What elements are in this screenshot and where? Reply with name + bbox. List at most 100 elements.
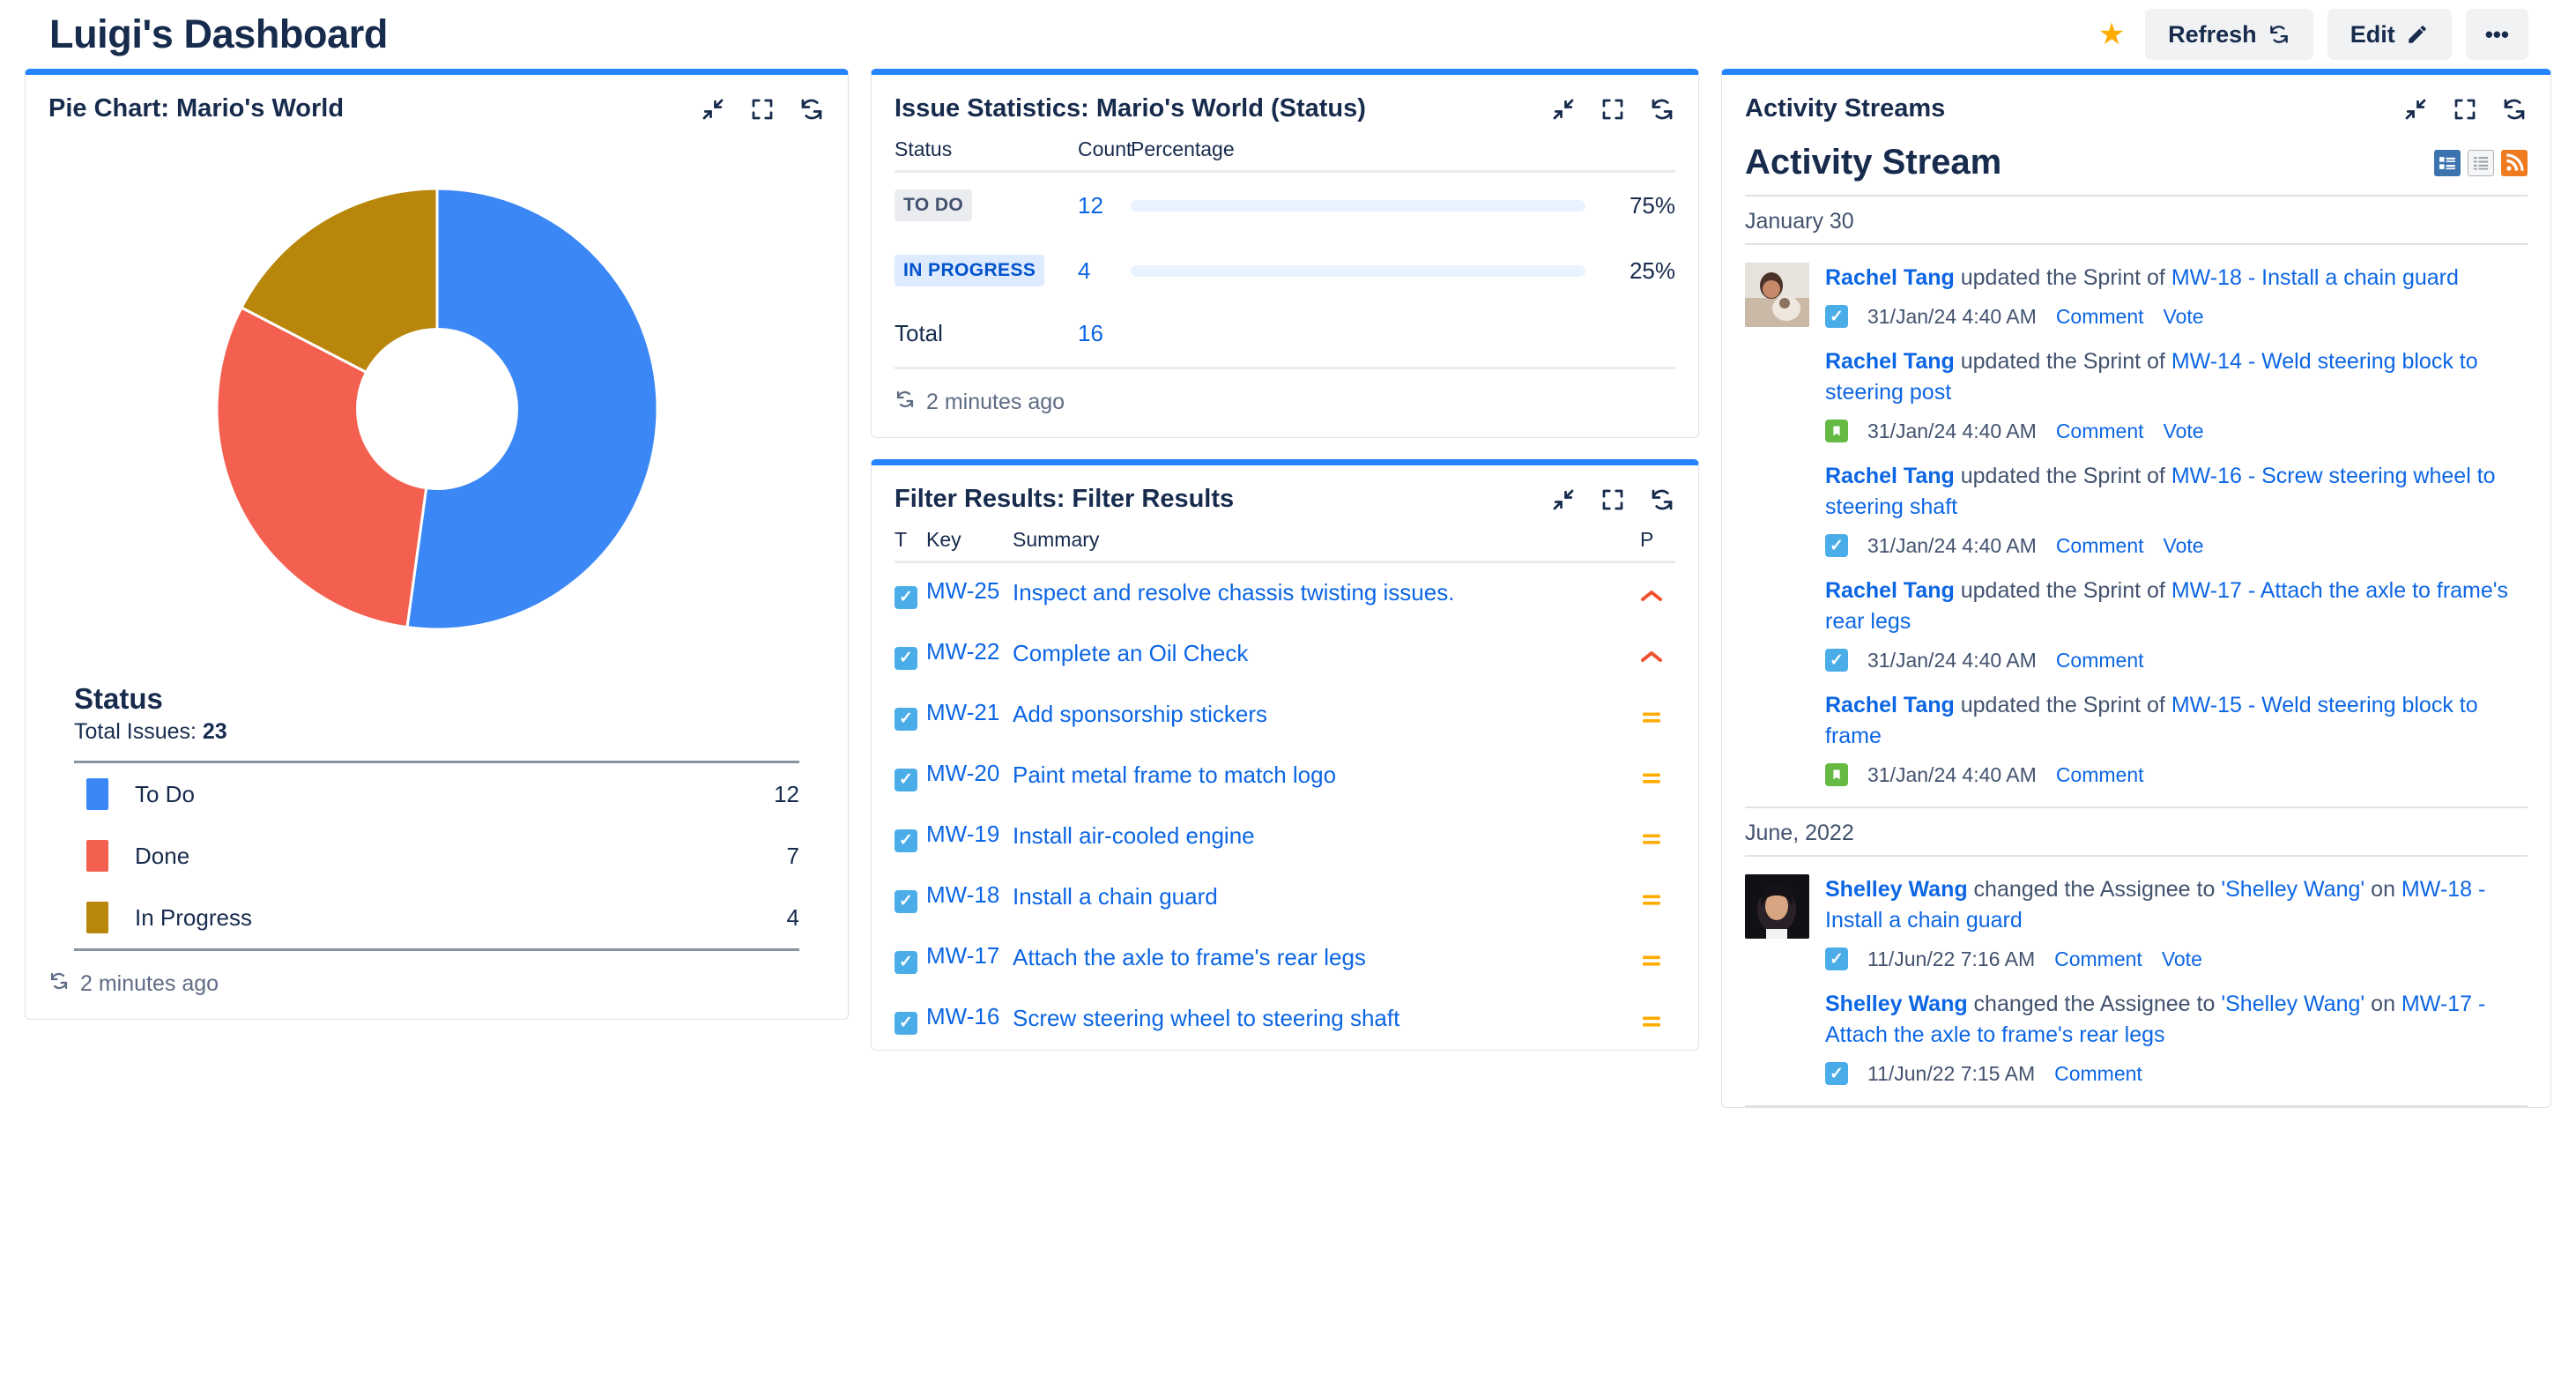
- activity-comment-link[interactable]: Comment: [2056, 305, 2144, 329]
- status-badge[interactable]: TO DO: [895, 189, 973, 221]
- pie-chart-legend: To Do 12 Done 7 In Progress 4: [74, 761, 799, 951]
- last-refreshed-text: 2 minutes ago: [80, 971, 219, 996]
- activity-action-text-2: on: [2364, 991, 2402, 1016]
- statistics-row: IN PROGRESS 4 25%: [895, 238, 1675, 303]
- legend-label: To Do: [135, 780, 195, 807]
- activity-action-text: updated the Sprint of: [1954, 348, 2171, 374]
- activity-item: Rachel Tang updated the Sprint of MW-15 …: [1745, 672, 2528, 787]
- activity-comment-link[interactable]: Comment: [2054, 947, 2142, 971]
- activity-vote-link[interactable]: Vote: [2164, 420, 2204, 443]
- task-type-icon: ✓: [1825, 649, 1848, 672]
- filter-results-gadget-title: Filter Results: Filter Results: [895, 485, 1235, 513]
- issue-summary-link[interactable]: Install a chain guard: [1013, 881, 1640, 912]
- minimize-icon[interactable]: [700, 96, 726, 123]
- minimize-icon[interactable]: [1550, 487, 1577, 513]
- total-issues-value: 23: [202, 719, 227, 744]
- issue-key-link[interactable]: MW-17: [926, 942, 1013, 970]
- favorite-star-button[interactable]: ★: [2092, 15, 2131, 54]
- maximize-icon[interactable]: [749, 96, 776, 123]
- activity-issue-link[interactable]: MW-18 - Install a chain guard: [2171, 265, 2459, 290]
- maximize-icon[interactable]: [1600, 487, 1626, 513]
- total-issues-line: Total Issues: 23: [74, 719, 799, 745]
- issue-key-link[interactable]: MW-20: [926, 760, 1013, 787]
- refresh-icon[interactable]: [2501, 96, 2528, 123]
- activity-user-link[interactable]: Rachel Tang: [1825, 578, 1955, 603]
- maximize-icon[interactable]: [1600, 96, 1626, 123]
- activity-user-link[interactable]: Rachel Tang: [1825, 349, 1955, 374]
- last-refreshed-text: 2 minutes ago: [926, 390, 1065, 414]
- activity-comment-link[interactable]: Comment: [2056, 649, 2144, 672]
- issue-summary-link[interactable]: Screw steering wheel to steering shaft: [1013, 1003, 1640, 1034]
- issue-statistics-rows: TO DO 12 75% IN PROGRESS 4 25%: [895, 173, 1675, 303]
- status-count[interactable]: 4: [1078, 257, 1131, 285]
- task-type-icon: ✓: [895, 889, 917, 913]
- activity-assignee-link[interactable]: 'Shelley Wang': [2221, 992, 2364, 1016]
- refresh-icon[interactable]: [48, 970, 70, 998]
- issue-summary-link[interactable]: Attach the axle to frame's rear legs: [1013, 942, 1640, 973]
- rss-feed-icon[interactable]: [2501, 149, 2528, 176]
- refresh-icon[interactable]: [895, 389, 916, 416]
- legend-row[interactable]: To Do 12: [74, 763, 799, 825]
- status-badge[interactable]: IN PROGRESS: [895, 255, 1045, 286]
- pie-chart-gadget-footer: 2 minutes ago: [26, 951, 848, 1019]
- refresh-icon[interactable]: [1649, 96, 1675, 123]
- activity-comment-link[interactable]: Comment: [2056, 420, 2144, 443]
- list-view-icon[interactable]: [2434, 149, 2461, 176]
- refresh-icon[interactable]: [798, 96, 825, 123]
- activity-streams-gadget-header: Activity Streams: [1722, 75, 2550, 137]
- detail-view-icon[interactable]: [2468, 149, 2494, 176]
- filter-results-rows: ✓ MW-25 Inspect and resolve chassis twisti…: [895, 563, 1675, 1050]
- header-actions: ★ Refresh Edit •••: [2092, 9, 2528, 60]
- minimize-icon[interactable]: [1550, 96, 1577, 123]
- donut-chart[interactable]: [85, 145, 790, 673]
- legend-label: In Progress: [135, 903, 252, 931]
- activity-vote-link[interactable]: Vote: [2162, 947, 2202, 971]
- status-count[interactable]: 12: [1078, 192, 1131, 219]
- activity-user-link[interactable]: Shelley Wang: [1825, 877, 1968, 902]
- issue-key-link[interactable]: MW-21: [926, 699, 1013, 726]
- issue-key-link[interactable]: MW-22: [926, 638, 1013, 665]
- minimize-icon[interactable]: [2402, 96, 2429, 123]
- story-type-icon: [1825, 420, 1848, 442]
- activity-comment-link[interactable]: Comment: [2056, 534, 2144, 558]
- pie-chart-gadget-title: Pie Chart: Mario's World: [48, 94, 345, 123]
- activity-vote-link[interactable]: Vote: [2164, 305, 2204, 329]
- issue-key-link[interactable]: MW-25: [926, 577, 1013, 605]
- priority-high-icon: [1640, 643, 1663, 670]
- activity-comment-link[interactable]: Comment: [2054, 1062, 2142, 1086]
- activity-user-link[interactable]: Rachel Tang: [1825, 265, 1955, 290]
- legend-value: 4: [786, 903, 799, 931]
- refresh-icon[interactable]: [1649, 487, 1675, 513]
- issue-summary-link[interactable]: Add sponsorship stickers: [1013, 699, 1640, 730]
- legend-row[interactable]: In Progress 4: [74, 887, 799, 948]
- issue-summary-link[interactable]: Paint metal frame to match logo: [1013, 760, 1640, 791]
- activity-user-link[interactable]: Rachel Tang: [1825, 464, 1955, 488]
- issue-summary-link[interactable]: Inspect and resolve chassis twisting iss…: [1013, 577, 1640, 608]
- activity-comment-link[interactable]: Comment: [2056, 763, 2144, 787]
- more-options-button[interactable]: •••: [2465, 9, 2528, 60]
- activity-user-link[interactable]: Shelley Wang: [1825, 992, 1968, 1016]
- dashboard-board: Pie Chart: Mario's World Status Total Is…: [0, 69, 2576, 1108]
- edit-button[interactable]: Edit: [2327, 9, 2452, 60]
- percentage-label: 75%: [1629, 191, 1675, 219]
- activity-assignee-link[interactable]: 'Shelley Wang': [2221, 877, 2364, 902]
- activity-user-link[interactable]: Rachel Tang: [1825, 693, 1955, 717]
- issue-key-link[interactable]: MW-18: [926, 881, 1013, 909]
- issue-summary-link[interactable]: Complete an Oil Check: [1013, 638, 1640, 669]
- total-count[interactable]: 16: [1078, 320, 1131, 347]
- issue-key-link[interactable]: MW-16: [926, 1003, 1013, 1030]
- activity-meta: ✓ 11/Jun/22 7:15 AM Comment: [1825, 1062, 2528, 1086]
- pie-chart-status-summary: Status Total Issues: 23 To Do 12 Done 7 In P…: [26, 679, 848, 951]
- activity-stream-heading-row: Activity Stream: [1745, 143, 2528, 197]
- issue-statistics-table: Status Count Percentage TO DO 12 75% IN PRO…: [872, 137, 1698, 369]
- priority-medium-icon: [1640, 947, 1663, 974]
- activity-vote-link[interactable]: Vote: [2164, 534, 2204, 558]
- legend-row[interactable]: Done 7: [74, 825, 799, 887]
- issue-statistics-gadget-title: Issue Statistics: Mario's World (Status): [895, 94, 1366, 123]
- issue-summary-link[interactable]: Install air-cooled engine: [1013, 821, 1640, 851]
- activity-meta: ✓ 31/Jan/24 4:40 AM Comment Vote: [1825, 305, 2528, 329]
- refresh-button[interactable]: Refresh: [2145, 9, 2313, 60]
- table-row: ✓ MW-17 Attach the axle to frame's rear le…: [895, 928, 1675, 989]
- issue-key-link[interactable]: MW-19: [926, 821, 1013, 848]
- maximize-icon[interactable]: [2452, 96, 2478, 123]
